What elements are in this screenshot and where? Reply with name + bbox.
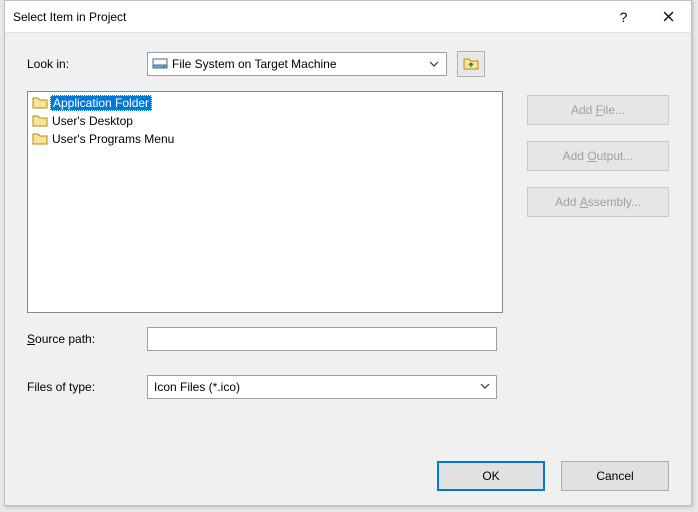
files-of-type-value: Icon Files (*.ico) (154, 380, 480, 394)
close-button[interactable] (646, 2, 691, 32)
folder-item-users-programs-menu[interactable]: User's Programs Menu (30, 130, 500, 148)
folder-up-icon (463, 57, 479, 71)
folder-list[interactable]: Application Folder User's Desktop User's… (27, 91, 503, 313)
folder-label: Application Folder (50, 95, 152, 111)
add-output-button[interactable]: Add Output... (527, 141, 669, 171)
folder-label: User's Programs Menu (50, 132, 176, 146)
source-path-input[interactable] (147, 327, 497, 351)
dialog-title: Select Item in Project (13, 10, 126, 24)
folder-item-application-folder[interactable]: Application Folder (30, 94, 500, 112)
chevron-down-icon (480, 380, 490, 394)
side-buttons: Add File... Add Output... Add Assembly..… (527, 91, 669, 313)
add-assembly-button[interactable]: Add Assembly... (527, 187, 669, 217)
bottom-buttons: OK Cancel (27, 457, 669, 491)
source-path-label: Source path: (27, 332, 147, 346)
drive-icon (152, 56, 168, 72)
cancel-label: Cancel (596, 469, 633, 483)
look-in-row: Look in: File System on Target Machine (27, 51, 669, 77)
help-icon: ? (620, 9, 628, 25)
folder-label: User's Desktop (50, 114, 135, 128)
help-button[interactable]: ? (601, 2, 646, 32)
files-of-type-label: Files of type: (27, 380, 147, 394)
mid-row: Application Folder User's Desktop User's… (27, 91, 669, 313)
folder-icon (32, 114, 48, 128)
close-icon (663, 11, 674, 22)
add-file-button[interactable]: Add File... (527, 95, 669, 125)
chevron-down-icon (426, 59, 442, 69)
files-of-type-row: Files of type: Icon Files (*.ico) (27, 375, 669, 399)
folder-icon (32, 96, 48, 110)
dialog-content: Look in: File System on Target Machine (5, 33, 691, 505)
titlebar-buttons: ? (601, 2, 691, 32)
folder-item-users-desktop[interactable]: User's Desktop (30, 112, 500, 130)
source-path-row: Source path: (27, 327, 669, 351)
dialog-window: Select Item in Project ? Look in: File S… (4, 0, 692, 506)
folder-icon (32, 132, 48, 146)
titlebar: Select Item in Project ? (5, 1, 691, 33)
files-of-type-select[interactable]: Icon Files (*.ico) (147, 375, 497, 399)
look-in-select[interactable]: File System on Target Machine (147, 52, 447, 76)
look-in-label: Look in: (27, 57, 147, 71)
ok-label: OK (482, 469, 499, 483)
look-in-value: File System on Target Machine (168, 57, 426, 71)
cancel-button[interactable]: Cancel (561, 461, 669, 491)
parent-folder-button[interactable] (457, 51, 485, 77)
ok-button[interactable]: OK (437, 461, 545, 491)
